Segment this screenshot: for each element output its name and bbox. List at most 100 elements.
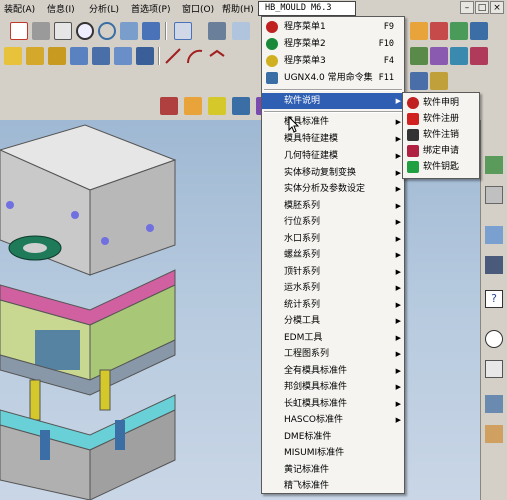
toolbar-separator xyxy=(165,22,167,40)
mold-tool-4-icon[interactable] xyxy=(232,97,250,115)
submenu-arrow-icon: ▶ xyxy=(395,284,401,292)
tool-f-icon[interactable] xyxy=(430,47,448,65)
program-menu-icon xyxy=(266,21,278,33)
tool-h-icon[interactable] xyxy=(470,47,488,65)
menu-item-parting-tools[interactable]: 分模工具 ▶ xyxy=(262,313,404,329)
block-icon[interactable] xyxy=(4,47,22,65)
menu-assembly[interactable]: 装配(A) xyxy=(4,2,35,15)
tool-j-icon[interactable] xyxy=(430,72,448,90)
render-style-icon[interactable] xyxy=(208,22,226,40)
roles-icon[interactable] xyxy=(485,425,503,443)
menu-item-hasco-standard[interactable]: HASCO标准件 ▶ xyxy=(262,412,404,428)
cylinder-icon[interactable] xyxy=(26,47,44,65)
menu-item-screw[interactable]: 螺丝系列 ▶ xyxy=(262,247,404,263)
hb-mould-menu: 程序菜单1 F9 程序菜单2 F10 程序菜单3 F4 UGNX4.0 常用命令… xyxy=(261,16,405,494)
layer-icon[interactable] xyxy=(174,22,192,40)
menu-item-cooling[interactable]: 运水系列 ▶ xyxy=(262,280,404,296)
display-icon[interactable] xyxy=(232,22,250,40)
menu-item-program-2[interactable]: 程序菜单2 F10 xyxy=(262,36,404,52)
clock-icon[interactable] xyxy=(485,330,503,348)
menu-item-changhong-standard[interactable]: 长虹模具标准件 ▶ xyxy=(262,396,404,412)
menu-analysis[interactable]: 分析(L) xyxy=(89,2,119,15)
tool-c-icon[interactable] xyxy=(450,22,468,40)
menu-item-jingfei-standard[interactable]: 精飞标准件 xyxy=(262,478,404,494)
history-icon[interactable] xyxy=(485,226,503,244)
menu-item-software-info[interactable]: 软件说明 ▶ xyxy=(262,93,404,109)
minimize-icon[interactable]: – xyxy=(460,1,474,14)
tool-b-icon[interactable] xyxy=(430,22,448,40)
zoom-icon[interactable] xyxy=(76,22,94,40)
view-orient-icon[interactable] xyxy=(142,22,160,40)
zoom-window-icon[interactable] xyxy=(54,22,72,40)
submenu-item-declaration[interactable]: 软件申明 xyxy=(403,95,479,111)
resource-bar: ? xyxy=(480,120,507,500)
submenu-arrow-icon: ▶ xyxy=(395,350,401,358)
submenu-arrow-icon: ▶ xyxy=(395,135,401,143)
tool-d-icon[interactable] xyxy=(470,22,488,40)
menu-preferences[interactable]: 首选项(P) xyxy=(131,2,170,15)
menu-window[interactable]: 窗口(O) xyxy=(182,2,214,15)
menu-item-geometry-feature[interactable]: 几何特征建模 ▶ xyxy=(262,148,404,164)
ugnx-icon xyxy=(266,72,278,84)
menu-item-drawing[interactable]: 工程图系列 ▶ xyxy=(262,346,404,362)
menu-help[interactable]: 帮助(H) xyxy=(222,2,254,15)
boss-icon[interactable] xyxy=(136,47,154,65)
menu-item-dme-standard[interactable]: DME标准件 xyxy=(262,429,404,445)
revolve-icon[interactable] xyxy=(92,47,110,65)
pan-icon[interactable] xyxy=(120,22,138,40)
submenu-item-unregister[interactable]: 软件注销 xyxy=(403,127,479,143)
menu-item-program-1[interactable]: 程序菜单1 F9 xyxy=(262,19,404,35)
tool-e-icon[interactable] xyxy=(410,47,428,65)
program-menu-icon xyxy=(266,55,278,67)
close-icon[interactable]: × xyxy=(490,1,504,14)
cone-icon[interactable] xyxy=(48,47,66,65)
mouse-cursor-icon xyxy=(288,116,300,133)
list-icon[interactable] xyxy=(485,360,503,378)
select-icon[interactable] xyxy=(10,22,28,40)
submenu-item-register[interactable]: 软件注册 xyxy=(403,111,479,127)
arc-icon[interactable] xyxy=(186,47,204,65)
tool-i-icon[interactable] xyxy=(410,72,428,90)
menu-hb-mould[interactable]: HB_MOULD M6.3 xyxy=(258,1,356,16)
restore-icon[interactable]: □ xyxy=(475,1,489,14)
menu-item-solid-transform[interactable]: 实体移动复制变换 ▶ xyxy=(262,165,404,181)
submenu-item-bind-request[interactable]: 绑定申请 xyxy=(403,143,479,159)
menu-item-misumi-standard[interactable]: MISUMI标准件 xyxy=(262,445,404,461)
menu-item-bangjian-standard[interactable]: 邦剑模具标准件 ▶ xyxy=(262,379,404,395)
rotate-icon[interactable] xyxy=(98,22,116,40)
menu-item-gate[interactable]: 水口系列 ▶ xyxy=(262,231,404,247)
menu-info[interactable]: 信息(I) xyxy=(47,2,75,15)
menu-item-mold-base[interactable]: 模胚系列 ▶ xyxy=(262,198,404,214)
part-navigator-icon[interactable] xyxy=(485,186,503,204)
point-icon[interactable] xyxy=(208,47,226,65)
tools-icon[interactable] xyxy=(485,395,503,413)
menu-item-ejector[interactable]: 顶针系列 ▶ xyxy=(262,264,404,280)
line-icon[interactable] xyxy=(164,47,182,65)
menu-item-ugnx-commands[interactable]: UGNX4.0 常用命令集 F11 xyxy=(262,70,404,86)
training-icon[interactable] xyxy=(485,256,503,274)
shaded-view-icon[interactable] xyxy=(32,22,50,40)
menu-item-edm-tools[interactable]: EDM工具 ▶ xyxy=(262,330,404,346)
menu-item-quanyou-standard[interactable]: 全有模具标准件 ▶ xyxy=(262,363,404,379)
menu-item-slider[interactable]: 行位系列 ▶ xyxy=(262,214,404,230)
register-icon xyxy=(407,113,419,125)
menu-item-statistics[interactable]: 统计系列 ▶ xyxy=(262,297,404,313)
tool-a-icon[interactable] xyxy=(410,22,428,40)
submenu-arrow-icon: ▶ xyxy=(395,268,401,276)
mold-tool-2-icon[interactable] xyxy=(184,97,202,115)
menu-item-program-3[interactable]: 程序菜单3 F4 xyxy=(262,53,404,69)
extrude-icon[interactable] xyxy=(70,47,88,65)
submenu-arrow-icon: ▶ xyxy=(395,235,401,243)
tool-g-icon[interactable] xyxy=(450,47,468,65)
unregister-icon xyxy=(407,129,419,141)
menu-item-solid-analysis[interactable]: 实体分析及参数设定 ▶ xyxy=(262,181,404,197)
menu-item-mold-standard[interactable]: 模具标准件 ▶ xyxy=(262,114,404,130)
assembly-navigator-icon[interactable] xyxy=(485,156,503,174)
submenu-item-software-key[interactable]: 软件钥匙 xyxy=(403,159,479,175)
help-icon[interactable]: ? xyxy=(485,290,503,308)
menu-item-mold-feature[interactable]: 模具特征建模 ▶ xyxy=(262,131,404,147)
menu-item-huangji-standard[interactable]: 黄记标准件 xyxy=(262,462,404,478)
mold-tool-3-icon[interactable] xyxy=(208,97,226,115)
mold-tool-1-icon[interactable] xyxy=(160,97,178,115)
hole-icon[interactable] xyxy=(114,47,132,65)
